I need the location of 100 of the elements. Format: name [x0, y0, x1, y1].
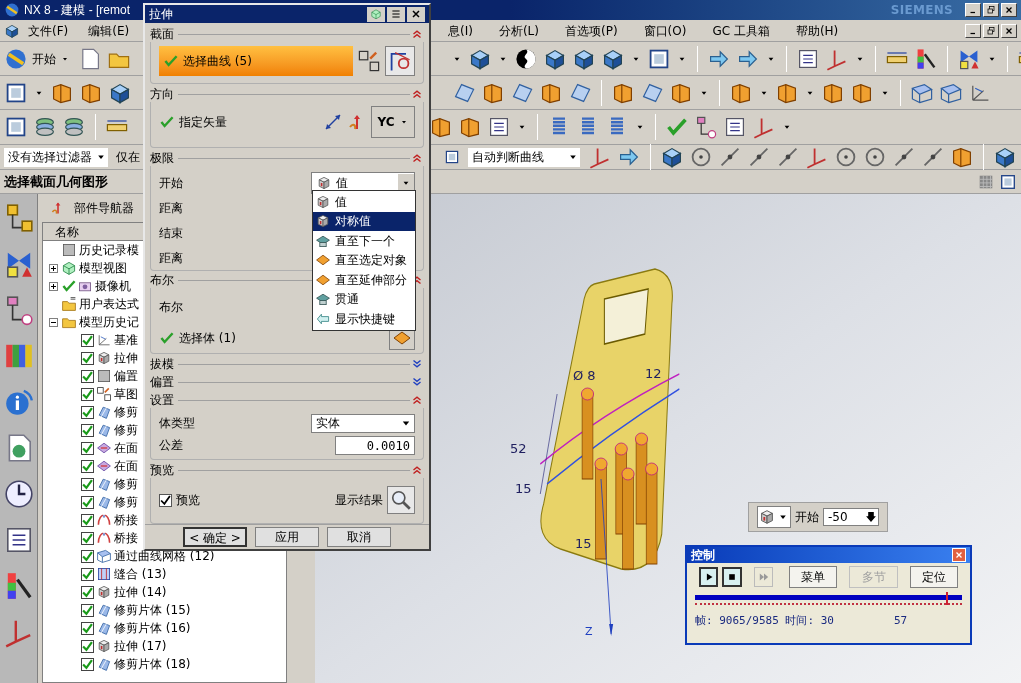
menu-item[interactable]: 贯通: [313, 289, 415, 309]
line-icon[interactable]: [892, 145, 916, 169]
layers-icon[interactable]: [33, 115, 57, 139]
dialog-button[interactable]: < 确定 >: [183, 527, 247, 547]
layers-icon[interactable]: [62, 115, 86, 139]
menu-item[interactable]: 编辑(E): [88, 21, 130, 40]
limit-type-dropdown[interactable]: [757, 506, 791, 528]
tree-item[interactable]: 模型视图: [79, 259, 127, 277]
visibility-checkbox[interactable]: [81, 567, 94, 581]
control-button[interactable]: 定位: [909, 566, 958, 588]
menu-item[interactable]: 直至选定对象: [313, 250, 415, 270]
shade-icon[interactable]: [514, 46, 538, 71]
vector-dropdown[interactable]: YC: [371, 106, 415, 138]
tree-item[interactable]: 修剪: [114, 493, 138, 511]
select-curve-row[interactable]: 选择曲线 (5): [159, 46, 353, 76]
curve-rule-dropdown[interactable]: 自动判断曲线: [468, 147, 580, 167]
menu-item[interactable]: GC 工具箱: [712, 21, 770, 40]
visibility-checkbox[interactable]: [81, 513, 94, 527]
menu-item[interactable]: 帮助(H): [795, 21, 839, 40]
circle-icon[interactable]: [689, 145, 713, 169]
timeline-track[interactable]: [695, 595, 962, 605]
visibility-checkbox[interactable]: [81, 351, 94, 365]
restore-icon[interactable]: [986, 25, 996, 36]
curve-pick-button[interactable]: [385, 46, 415, 76]
circle-icon[interactable]: [834, 145, 858, 169]
expand-toggle-icon[interactable]: [48, 263, 58, 273]
menu-item[interactable]: 分析(L): [498, 21, 539, 40]
tree-item[interactable]: 在面: [114, 457, 138, 475]
show-result-button[interactable]: [387, 486, 415, 514]
tree-item[interactable]: 拉伸 (17): [114, 637, 167, 655]
expand-toggle-icon[interactable]: [48, 281, 58, 291]
menu-icon[interactable]: [390, 8, 402, 20]
menu-item[interactable]: 直至延伸部分: [313, 270, 415, 290]
visibility-checkbox[interactable]: [81, 387, 94, 401]
menu-item[interactable]: 文件(F): [28, 21, 69, 40]
start-button[interactable]: 开始: [4, 46, 70, 71]
preview-checkbox[interactable]: [159, 493, 172, 507]
scope-label[interactable]: 仅在: [116, 148, 140, 166]
filter-dropdown[interactable]: 没有选择过滤器: [4, 147, 108, 167]
tree-item[interactable]: 用户表达式: [79, 295, 139, 313]
solid-icon[interactable]: [429, 115, 453, 139]
tree-item[interactable]: 修剪片体 (15): [114, 601, 191, 619]
cube-icon[interactable]: [993, 145, 1017, 169]
close-icon[interactable]: [1004, 5, 1014, 15]
tree-item[interactable]: 草图: [114, 385, 138, 403]
restore-icon[interactable]: [986, 5, 996, 15]
visibility-checkbox[interactable]: [81, 369, 94, 383]
circle-icon[interactable]: [863, 145, 887, 169]
tree-item[interactable]: 偏置: [114, 367, 138, 385]
sketch-icon[interactable]: [357, 49, 381, 73]
frame-icon[interactable]: [999, 172, 1017, 191]
visibility-checkbox[interactable]: [81, 405, 94, 419]
close-button[interactable]: [952, 548, 966, 562]
play-button[interactable]: [699, 567, 719, 587]
tree-item[interactable]: 桥接: [114, 529, 138, 547]
tree-item[interactable]: 拉伸: [114, 349, 138, 367]
dialog-button[interactable]: 应用: [255, 527, 319, 547]
visibility-checkbox[interactable]: [81, 585, 94, 599]
list-icon[interactable]: [487, 115, 511, 139]
visibility-checkbox[interactable]: [81, 657, 94, 671]
visibility-checkbox[interactable]: [81, 639, 94, 653]
line-icon[interactable]: [747, 145, 771, 169]
stop-button[interactable]: [722, 567, 742, 587]
visibility-checkbox[interactable]: [81, 423, 94, 437]
line-icon[interactable]: [776, 145, 800, 169]
visibility-checkbox[interactable]: [81, 459, 94, 473]
menu-item[interactable]: 值: [313, 192, 415, 212]
visibility-checkbox[interactable]: [81, 333, 94, 347]
close-icon[interactable]: [410, 8, 422, 20]
close-icon[interactable]: [1004, 25, 1014, 36]
line-icon[interactable]: [718, 145, 742, 169]
tree-item[interactable]: 桥接: [114, 511, 138, 529]
timeline-marker[interactable]: [945, 592, 948, 605]
frame-icon[interactable]: [4, 115, 28, 139]
solid-icon[interactable]: [950, 145, 974, 169]
cube-icon[interactable]: [660, 145, 684, 169]
tree-item[interactable]: 拉伸 (14): [114, 583, 167, 601]
limit-dropdown[interactable]: 值: [311, 171, 415, 194]
tree-item[interactable]: 修剪: [114, 403, 138, 421]
tolerance-field[interactable]: 0.0010: [335, 435, 415, 455]
tree-item[interactable]: 通过曲线网格 (12): [114, 547, 215, 565]
visibility-checkbox[interactable]: [81, 549, 94, 563]
menu-item[interactable]: 息(I): [448, 21, 473, 40]
tree-item[interactable]: 修剪: [114, 421, 138, 439]
visibility-checkbox[interactable]: [81, 477, 94, 491]
tree-item[interactable]: 在面: [114, 439, 138, 457]
menu-item[interactable]: 直至下一个: [313, 231, 415, 251]
visibility-checkbox[interactable]: [81, 441, 94, 455]
tree-item[interactable]: 修剪片体 (16): [114, 619, 191, 637]
visibility-checkbox[interactable]: [81, 603, 94, 617]
tree-item[interactable]: 历史记录模: [79, 241, 139, 259]
clock-icon[interactable]: [2, 478, 35, 510]
menu-item[interactable]: 首选项(P): [564, 21, 618, 40]
tree-item[interactable]: 模型历史记: [79, 313, 139, 331]
dialog-button[interactable]: 取消: [327, 527, 391, 547]
reverse-icon[interactable]: [323, 112, 343, 132]
menu-item[interactable]: 显示快捷键: [313, 309, 415, 329]
cube-icon[interactable]: [4, 22, 20, 39]
tree-icon[interactable]: [694, 115, 718, 139]
visibility-checkbox[interactable]: [81, 531, 94, 545]
